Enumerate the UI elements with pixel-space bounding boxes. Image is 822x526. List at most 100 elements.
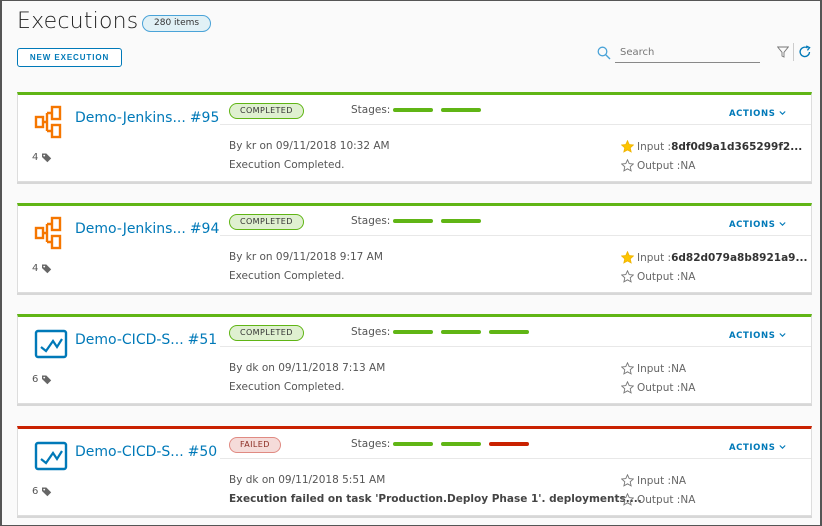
stage-bar-success[interactable] — [441, 108, 482, 112]
chevron-down-icon — [779, 222, 786, 226]
stage-bar-success[interactable] — [393, 108, 434, 112]
stage-bar-success[interactable] — [393, 330, 434, 334]
execution-name-link[interactable]: Demo-Jenkins... #94 — [75, 221, 219, 237]
tags-count-value: 4 — [32, 263, 39, 274]
actions-dropdown[interactable]: ACTIONS — [729, 220, 786, 230]
tag-icon — [42, 375, 52, 385]
execution-number: #94 — [189, 221, 220, 237]
tag-icon — [42, 153, 52, 163]
executed-by: By kr on 09/11/2018 10:32 AM — [229, 140, 390, 152]
tags-count[interactable]: 4 — [32, 263, 52, 274]
pipeline-flow-icon — [34, 105, 62, 139]
input-row: Input : 6d82d079a8b8921a9... — [621, 251, 807, 264]
stages-label: Stages: — [351, 438, 391, 450]
actions-label: ACTIONS — [729, 331, 779, 341]
output-row: Output : NA — [621, 159, 695, 172]
execution-message: Execution failed on task 'Production.Dep… — [229, 493, 642, 505]
stages-indicator: Stages: — [351, 215, 489, 227]
executed-by: By dk on 09/11/2018 5:51 AM — [229, 474, 386, 486]
execution-card: Demo-CICD-S... #50 6 FAILED Stages: ACTIO… — [17, 426, 812, 516]
star-outline-icon[interactable] — [621, 381, 634, 394]
tags-count-value: 4 — [32, 152, 39, 163]
stages-indicator: Stages: — [351, 326, 537, 338]
input-label: Input : — [637, 140, 672, 153]
chevron-down-icon — [779, 445, 786, 449]
execution-number: #95 — [189, 110, 220, 126]
input-row: Input : 8df0d9a1d365299f2... — [621, 140, 802, 153]
executions-page: Executions 280 items NEW EXECUTION Demo-… — [0, 0, 822, 526]
star-outline-icon[interactable] — [621, 270, 634, 283]
stages-indicator: Stages: — [351, 104, 489, 116]
stages-indicator: Stages: — [351, 438, 537, 450]
tag-icon — [42, 487, 52, 497]
search-input[interactable] — [615, 43, 760, 63]
output-label: Output : — [637, 493, 681, 506]
stage-bar-success[interactable] — [489, 330, 530, 334]
input-value[interactable]: NA — [671, 363, 686, 375]
actions-dropdown[interactable]: ACTIONS — [729, 109, 786, 119]
stage-bar-failed[interactable] — [489, 442, 530, 446]
stage-bar-success[interactable] — [393, 219, 434, 223]
tags-count[interactable]: 6 — [32, 374, 52, 385]
output-value[interactable]: NA — [680, 494, 695, 506]
output-label: Output : — [637, 270, 681, 283]
executed-by: By dk on 09/11/2018 7:13 AM — [229, 362, 386, 374]
execution-name-link[interactable]: Demo-CICD-S... #50 — [75, 444, 217, 460]
input-value[interactable]: NA — [671, 475, 686, 487]
actions-dropdown[interactable]: ACTIONS — [729, 331, 786, 341]
actions-label: ACTIONS — [729, 443, 779, 453]
stage-bar-success[interactable] — [441, 330, 482, 334]
output-value[interactable]: NA — [680, 271, 695, 283]
stages-label: Stages: — [351, 104, 391, 116]
execution-message: Execution Completed. — [229, 159, 345, 171]
output-label: Output : — [637, 159, 681, 172]
stage-bar-success[interactable] — [393, 442, 434, 446]
stage-bar-success[interactable] — [441, 442, 482, 446]
stage-bar-success[interactable] — [441, 219, 482, 223]
actions-label: ACTIONS — [729, 109, 779, 119]
star-outline-icon[interactable] — [621, 362, 634, 375]
input-label: Input : — [637, 474, 672, 487]
output-label: Output : — [637, 381, 681, 394]
pipeline-name: Demo-CICD-S... — [75, 332, 184, 348]
card-header-divider — [220, 458, 811, 459]
output-row: Output : NA — [621, 270, 695, 283]
new-execution-button[interactable]: NEW EXECUTION — [17, 48, 122, 67]
star-outline-icon[interactable] — [621, 159, 634, 172]
execution-name-link[interactable]: Demo-CICD-S... #51 — [75, 332, 217, 348]
refresh-icon[interactable] — [798, 45, 812, 59]
status-badge: COMPLETED — [229, 325, 304, 341]
output-value[interactable]: NA — [680, 160, 695, 172]
output-row: Output : NA — [621, 493, 695, 506]
pipeline-flow-icon — [34, 216, 62, 250]
pipeline-chart-icon — [34, 329, 68, 359]
output-value[interactable]: NA — [680, 382, 695, 394]
status-badge: FAILED — [229, 437, 281, 453]
status-badge: COMPLETED — [229, 214, 304, 230]
star-filled-icon[interactable] — [621, 140, 634, 153]
input-value[interactable]: 8df0d9a1d365299f2... — [671, 141, 802, 153]
pipeline-chart-icon — [34, 441, 68, 471]
stages-label: Stages: — [351, 215, 391, 227]
input-label: Input : — [637, 362, 672, 375]
tags-count[interactable]: 6 — [32, 486, 52, 497]
pipeline-name: Demo-Jenkins... — [75, 221, 186, 237]
chevron-down-icon — [779, 333, 786, 337]
actions-dropdown[interactable]: ACTIONS — [729, 443, 786, 453]
input-value[interactable]: 6d82d079a8b8921a9... — [671, 252, 807, 264]
tags-count[interactable]: 4 — [32, 152, 52, 163]
executed-by: By kr on 09/11/2018 9:17 AM — [229, 251, 383, 263]
input-row: Input : NA — [621, 474, 686, 487]
execution-number: #50 — [187, 444, 218, 460]
tags-count-value: 6 — [32, 486, 39, 497]
execution-name-link[interactable]: Demo-Jenkins... #95 — [75, 110, 219, 126]
page-title: Executions — [17, 9, 139, 34]
card-header-divider — [220, 346, 811, 347]
filter-icon[interactable] — [777, 46, 789, 58]
star-filled-icon[interactable] — [621, 251, 634, 264]
tag-icon — [42, 264, 52, 274]
card-header-divider — [220, 124, 811, 125]
star-outline-icon[interactable] — [621, 493, 634, 506]
star-outline-icon[interactable] — [621, 474, 634, 487]
output-row: Output : NA — [621, 381, 695, 394]
